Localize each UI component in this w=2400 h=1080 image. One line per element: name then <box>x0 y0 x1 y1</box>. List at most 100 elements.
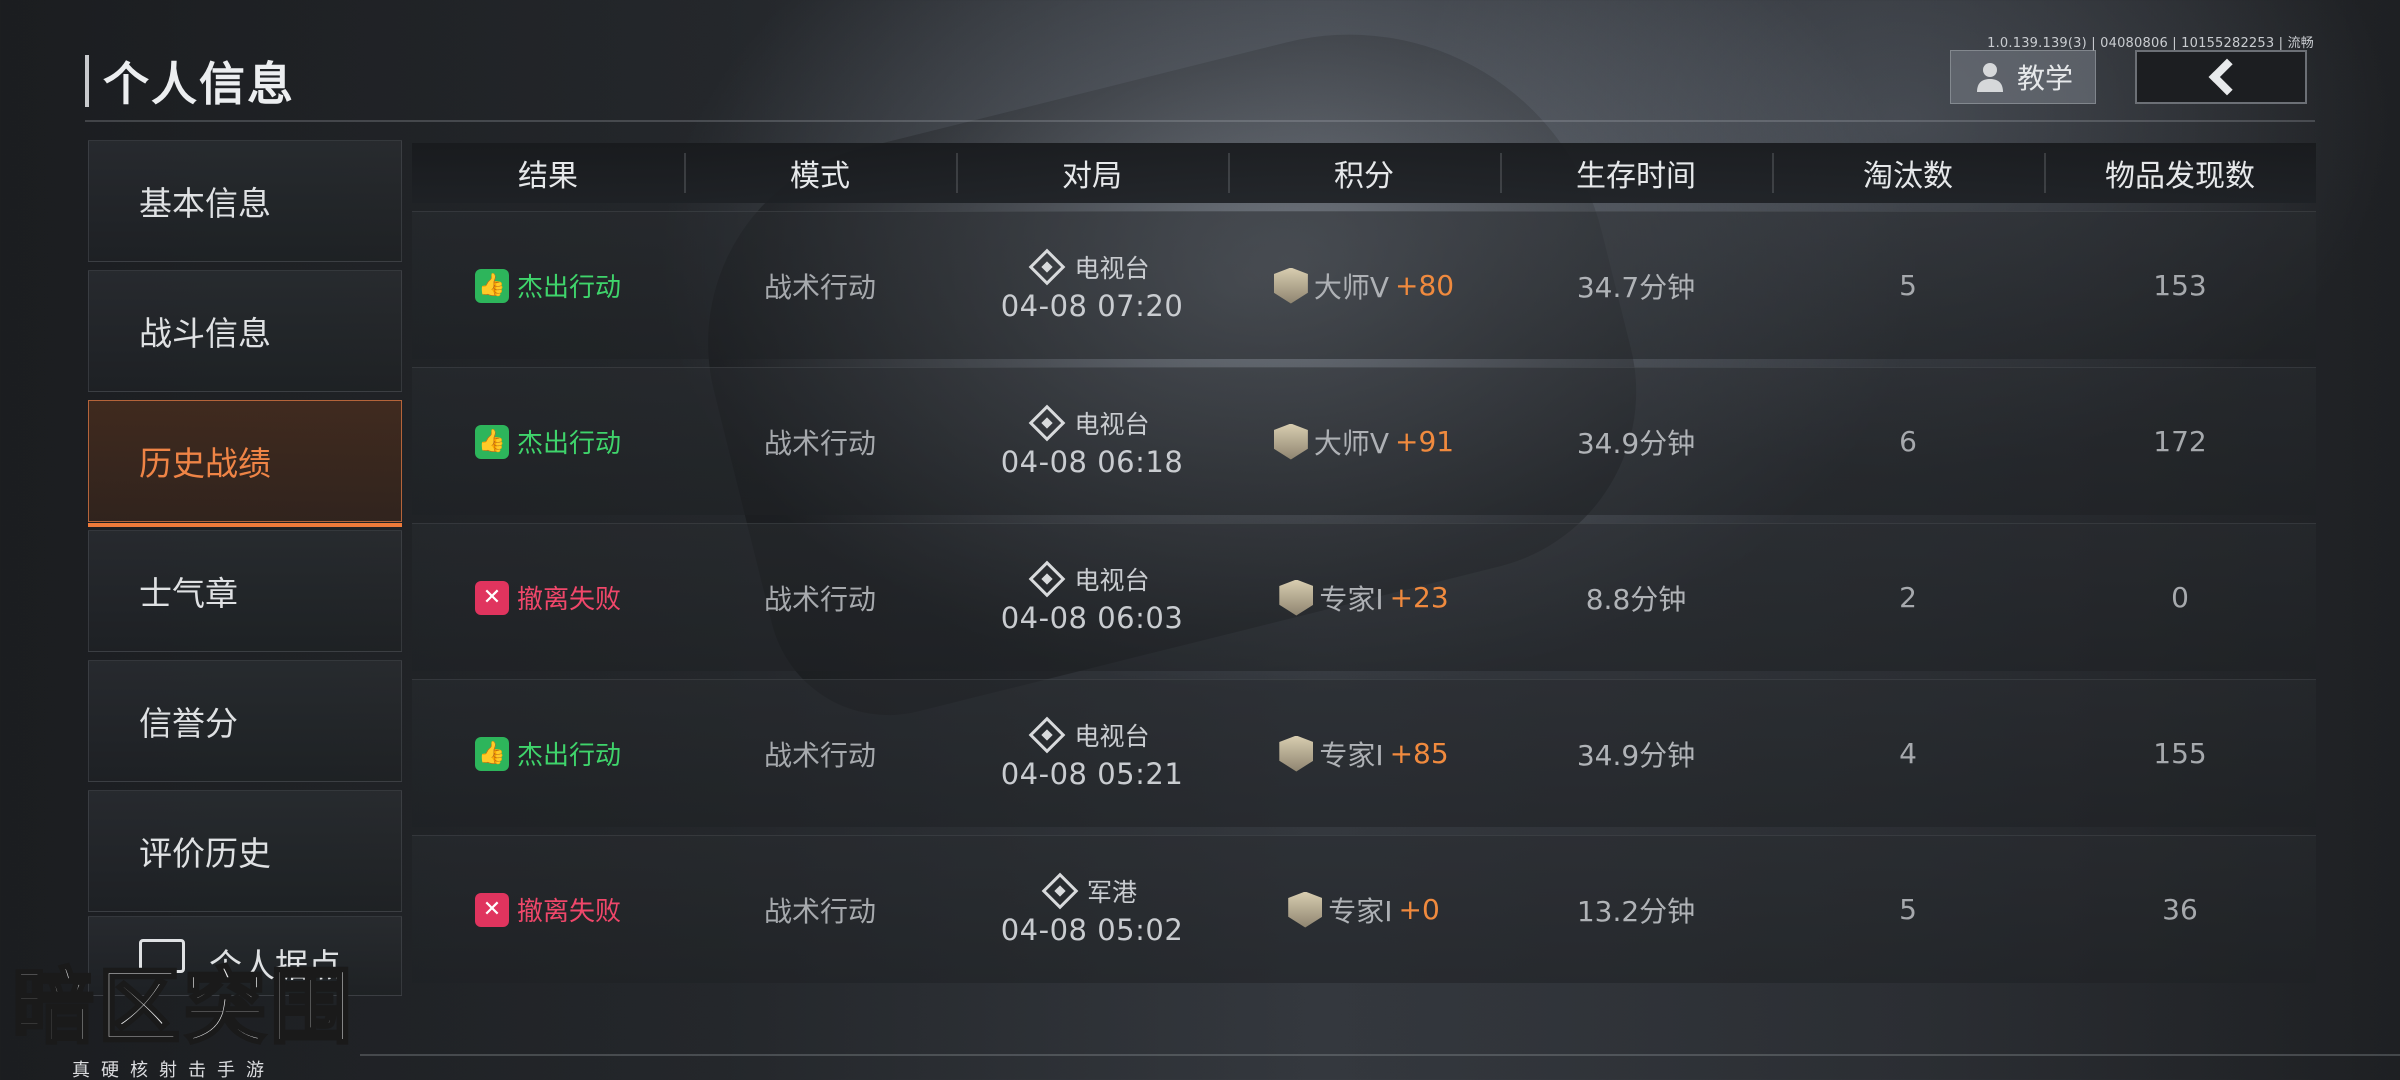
rank-chevron-icon <box>1279 579 1314 616</box>
items-cell: 155 <box>2153 737 2207 770</box>
sidebar-item-label: 士气章 <box>139 574 238 613</box>
score-cell: 大师V +91 <box>1228 422 1500 462</box>
rank-name: 专家I <box>1328 894 1393 928</box>
sidebar-item-label: 战斗信息 <box>139 314 271 353</box>
sidebar-item-morale-badge[interactable]: 士气章 <box>88 530 402 652</box>
page-title: 个人信息 <box>103 57 295 111</box>
sidebar-item-label: 评价历史 <box>139 834 271 873</box>
rank-chevron-icon <box>1273 423 1308 460</box>
sidebar-item-review-history[interactable]: 评价历史 <box>88 790 402 912</box>
map-line: 电视台 <box>1029 716 1150 753</box>
items-cell: 172 <box>2153 425 2207 458</box>
column-header-survival: 生存时间 <box>1500 151 1772 195</box>
score-cell: 专家I +0 <box>1228 890 1500 930</box>
match-cell: 电视台 04-08 06:03 <box>956 560 1228 635</box>
rank-name: 大师V <box>1313 426 1390 460</box>
tutorial-label: 教学 <box>2016 62 2073 95</box>
page-title-wrap: 个人信息 <box>85 55 295 111</box>
tutorial-button[interactable]: 教学 <box>1950 50 2096 104</box>
table-header: 结果 模式 对局 积分 生存时间 淘汰数 物品发现数 <box>412 143 2316 203</box>
items-cell: 153 <box>2153 269 2207 302</box>
mode-cell: 战术行动 <box>763 270 876 304</box>
diamond-location-icon <box>1029 560 1066 597</box>
mode-cell: 战术行动 <box>763 582 876 616</box>
result-cell: 👍 杰出行动 <box>412 735 684 772</box>
sidebar-item-label: 信誉分 <box>139 704 238 743</box>
logo-title: 暗区突围 <box>10 959 357 1057</box>
match-time: 04-08 07:20 <box>1000 288 1184 323</box>
table-row[interactable]: 👍 杰出行动 战术行动 电视台 04-08 06:18 大师V +91 34.9分… <box>412 367 2316 515</box>
match-cell: 电视台 04-08 05:21 <box>956 716 1228 791</box>
sidebar-item-basic-info[interactable]: 基本信息 <box>88 140 402 262</box>
diamond-location-icon <box>1041 872 1079 909</box>
match-cell: 军港 04-08 05:02 <box>956 872 1228 947</box>
map-line: 电视台 <box>1029 248 1150 285</box>
result-cell: ✕ 撤离失败 <box>412 579 684 616</box>
rank-name: 大师V <box>1313 270 1390 304</box>
sidebar-item-match-history[interactable]: 历史战绩 <box>88 400 402 527</box>
map-name: 电视台 <box>1074 721 1150 751</box>
match-time: 04-08 05:02 <box>1000 912 1184 947</box>
result-cell: ✕ 撤离失败 <box>412 891 684 928</box>
map-line: 军港 <box>1041 872 1137 909</box>
mode-cell: 战术行动 <box>763 738 876 772</box>
score-delta: +0 <box>1398 893 1440 926</box>
rank-name: 专家I <box>1319 582 1384 616</box>
table-row[interactable]: ✕ 撤离失败 战术行动 军港 04-08 05:02 专家I +0 13.2分钟 … <box>412 835 2316 983</box>
build-info: 1.0.139.139(3) | 04080806 | 10155282253 … <box>1987 36 2314 51</box>
kills-cell: 5 <box>1899 893 1917 926</box>
chevron-left-icon <box>2208 58 2246 96</box>
items-cell: 36 <box>2162 893 2198 926</box>
table-row[interactable]: 👍 杰出行动 战术行动 电视台 04-08 05:21 专家I +85 34.9分… <box>412 679 2316 827</box>
match-time: 04-08 05:21 <box>1000 756 1184 791</box>
column-header-match: 对局 <box>956 151 1228 195</box>
survival-cell: 34.9分钟 <box>1576 738 1696 772</box>
map-name: 电视台 <box>1074 565 1150 595</box>
rank-chevron-icon <box>1288 891 1323 928</box>
result-label: 撤离失败 <box>516 585 621 615</box>
survival-cell: 13.2分钟 <box>1576 894 1696 928</box>
result-cell: 👍 杰出行动 <box>412 267 684 304</box>
title-divider <box>85 120 2315 122</box>
kills-cell: 5 <box>1899 269 1917 302</box>
match-time: 04-08 06:18 <box>1000 444 1184 479</box>
rank-chevron-icon <box>1273 267 1308 304</box>
kills-cell: 2 <box>1899 581 1917 614</box>
thumbs-up-icon: 👍 <box>474 424 509 459</box>
match-cell: 电视台 04-08 06:18 <box>956 404 1228 479</box>
score-delta: +80 <box>1395 269 1455 302</box>
fail-icon: ✕ <box>474 580 509 615</box>
result-label: 撤离失败 <box>516 897 621 927</box>
survival-cell: 34.7分钟 <box>1576 270 1696 304</box>
kills-cell: 4 <box>1899 737 1917 770</box>
score-delta: +91 <box>1395 425 1455 458</box>
sidebar-item-combat-info[interactable]: 战斗信息 <box>88 270 402 392</box>
mode-cell: 战术行动 <box>763 894 876 928</box>
diamond-location-icon <box>1029 248 1066 285</box>
match-history-table: 结果 模式 对局 积分 生存时间 淘汰数 物品发现数 👍 杰出行动 战术行动 电… <box>412 143 2316 983</box>
kills-cell: 6 <box>1899 425 1917 458</box>
survival-cell: 34.9分钟 <box>1576 426 1696 460</box>
rank-chevron-icon <box>1279 735 1314 772</box>
diamond-location-icon <box>1029 716 1066 753</box>
table-row[interactable]: ✕ 撤离失败 战术行动 电视台 04-08 06:03 专家I +23 8.8分钟… <box>412 523 2316 671</box>
user-icon <box>1973 60 2007 94</box>
sidebar-item-reputation[interactable]: 信誉分 <box>88 660 402 782</box>
column-header-items: 物品发现数 <box>2044 151 2316 195</box>
game-logo: 暗区突围 真硬核射击手游 <box>0 959 370 1080</box>
result-label: 杰出行动 <box>516 741 621 771</box>
diamond-location-icon <box>1029 404 1066 441</box>
sidebar-item-label: 基本信息 <box>139 184 271 223</box>
column-header-result: 结果 <box>518 159 578 194</box>
mode-cell: 战术行动 <box>763 426 876 460</box>
result-label: 杰出行动 <box>516 273 621 303</box>
back-button[interactable] <box>2135 50 2307 104</box>
rank-name: 专家I <box>1319 738 1384 772</box>
thumbs-up-icon: 👍 <box>474 736 509 771</box>
score-cell: 专家I +85 <box>1228 734 1500 774</box>
table-row[interactable]: 👍 杰出行动 战术行动 电视台 04-08 07:20 大师V +80 34.7分… <box>412 211 2316 359</box>
score-delta: +23 <box>1389 581 1449 614</box>
fail-icon: ✕ <box>474 892 509 927</box>
result-label: 杰出行动 <box>516 429 621 459</box>
map-line: 电视台 <box>1029 560 1150 597</box>
